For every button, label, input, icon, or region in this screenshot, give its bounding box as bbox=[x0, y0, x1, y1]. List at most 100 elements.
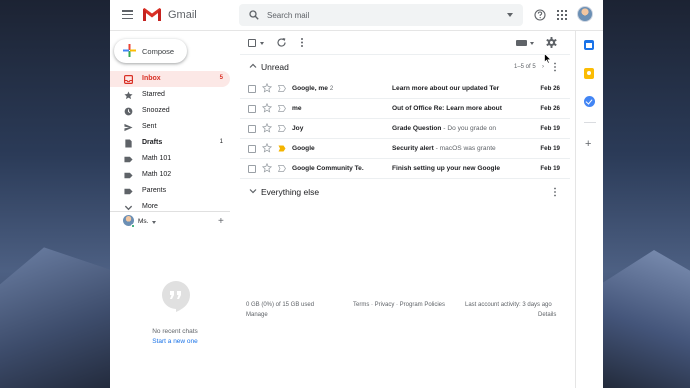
app-logo-text: Gmail bbox=[168, 9, 197, 21]
help-icon[interactable] bbox=[534, 9, 546, 21]
star-outline-icon[interactable] bbox=[262, 83, 272, 93]
sidebar-item-label: More bbox=[142, 203, 158, 210]
email-subject: Security alert - macOS was grante bbox=[392, 145, 496, 152]
more-vert-icon[interactable] bbox=[300, 37, 304, 48]
sidebar-item-label: Drafts bbox=[142, 139, 163, 146]
sidebar-item-sent[interactable]: Sent bbox=[110, 119, 230, 135]
new-conversation-plus-icon[interactable]: + bbox=[218, 216, 224, 227]
email-row[interactable]: me Out of Office Re: Learn more about Fe… bbox=[240, 99, 570, 119]
side-panel: + bbox=[575, 31, 603, 388]
email-row[interactable]: Google Security alert - macOS was grante… bbox=[240, 139, 570, 159]
email-sender: Google bbox=[292, 145, 315, 152]
sidebar-item-label: Sent bbox=[142, 123, 157, 130]
sidebar-item-inbox[interactable]: Inbox 5 bbox=[110, 71, 230, 87]
get-addons-plus-icon[interactable]: + bbox=[585, 138, 591, 150]
search-bar[interactable] bbox=[239, 4, 523, 26]
row-checkbox[interactable] bbox=[248, 105, 256, 113]
star-icon bbox=[124, 91, 133, 100]
activity-details-link[interactable]: Details bbox=[538, 312, 556, 318]
label-icon bbox=[124, 156, 133, 163]
gmail-window: Gmail Search mail Compose Inbox 5 Starre… bbox=[110, 0, 603, 388]
online-status-icon bbox=[131, 224, 135, 228]
tasks-icon[interactable] bbox=[584, 96, 595, 107]
email-subject: Learn more about our updated Ter bbox=[392, 85, 500, 92]
sidebar-item-label: Math 102 bbox=[142, 171, 172, 178]
importance-marker-icon[interactable] bbox=[278, 165, 286, 172]
chevron-up-icon[interactable] bbox=[249, 62, 257, 70]
start-chat-link[interactable]: Start a new one bbox=[110, 338, 240, 345]
compose-label: Compose bbox=[142, 47, 175, 56]
manage-storage-link[interactable]: Manage bbox=[246, 312, 268, 318]
sidebar-item-label: Starred bbox=[142, 91, 165, 98]
row-checkbox[interactable] bbox=[248, 165, 256, 173]
label-icon bbox=[124, 172, 133, 179]
storage-usage: 0 GB (0%) of 15 GB used bbox=[246, 302, 315, 308]
email-date: Feb 26 bbox=[540, 105, 560, 112]
chevron-right-icon[interactable]: › bbox=[542, 64, 544, 70]
email-row[interactable]: Google, me 2 Learn more about our updated… bbox=[240, 79, 570, 99]
inbox-icon bbox=[124, 75, 133, 84]
email-row[interactable]: Joy Grade Question - Do you grade on Feb… bbox=[240, 119, 570, 139]
top-bar: Gmail bbox=[110, 0, 603, 31]
sidebar-nav: Inbox 5 Starred Snoozed Sent Drafts 1 Ma… bbox=[110, 71, 230, 215]
compose-button[interactable]: Compose bbox=[114, 39, 187, 63]
more-vert-icon[interactable] bbox=[553, 187, 557, 197]
sidebar-item-parents[interactable]: Parents bbox=[110, 183, 230, 199]
chevron-down-icon[interactable] bbox=[249, 187, 257, 195]
select-all-checkbox[interactable] bbox=[248, 39, 256, 47]
sidebar-item-starred[interactable]: Starred bbox=[110, 87, 230, 103]
hangouts-status-caret-icon[interactable] bbox=[152, 221, 156, 224]
calendar-icon[interactable] bbox=[584, 40, 594, 50]
sidebar-item-label: Inbox bbox=[142, 75, 161, 82]
sidebar-item-math-102[interactable]: Math 102 bbox=[110, 167, 230, 183]
row-checkbox[interactable] bbox=[248, 125, 256, 133]
more-vert-icon[interactable] bbox=[553, 62, 557, 72]
email-date: Feb 19 bbox=[540, 165, 560, 172]
select-options-caret-icon[interactable] bbox=[260, 42, 264, 45]
search-options-caret-icon[interactable] bbox=[507, 13, 513, 17]
send-icon bbox=[124, 123, 133, 132]
email-row[interactable]: Google Community Te. Finish setting up y… bbox=[240, 159, 570, 179]
sidebar-item-snoozed[interactable]: Snoozed bbox=[110, 103, 230, 119]
keep-icon[interactable] bbox=[584, 68, 594, 79]
email-list: Google, me 2 Learn more about our updated… bbox=[240, 79, 570, 179]
email-subject: Out of Office Re: Learn more about bbox=[392, 105, 502, 112]
main-menu-icon[interactable] bbox=[122, 10, 133, 20]
account-avatar[interactable] bbox=[577, 6, 593, 22]
sidebar-item-math-101[interactable]: Math 101 bbox=[110, 151, 230, 167]
sidebar-item-more[interactable]: More bbox=[110, 199, 230, 215]
section-header-unread[interactable]: Unread 1–5 of 5 › bbox=[240, 56, 570, 78]
sidebar-item-count: 1 bbox=[219, 139, 223, 145]
importance-marker-icon[interactable] bbox=[278, 85, 286, 92]
importance-marker-icon[interactable] bbox=[278, 105, 286, 112]
no-chats-text: No recent chats bbox=[152, 328, 198, 335]
email-sender: me bbox=[292, 105, 302, 112]
last-activity-text: Last account activity: 3 days ago bbox=[465, 302, 552, 308]
section-title: Unread bbox=[261, 62, 289, 72]
refresh-icon[interactable] bbox=[276, 37, 287, 48]
importance-marker-icon[interactable] bbox=[278, 125, 286, 132]
star-outline-icon[interactable] bbox=[262, 123, 272, 133]
sidebar-item-count: 5 bbox=[219, 75, 223, 81]
star-outline-icon[interactable] bbox=[262, 103, 272, 113]
sidebar-item-label: Parents bbox=[142, 187, 167, 194]
gmail-logo-icon[interactable] bbox=[142, 7, 162, 22]
input-tools-caret-icon[interactable] bbox=[530, 42, 534, 45]
footer-policy-links[interactable]: Terms · Privacy · Program Policies bbox=[353, 302, 445, 308]
section-header-everything-else[interactable]: Everything else bbox=[240, 181, 570, 203]
row-checkbox[interactable] bbox=[248, 85, 256, 93]
email-subject: Grade Question - Do you grade on bbox=[392, 125, 497, 132]
search-input[interactable] bbox=[267, 9, 487, 21]
star-outline-icon[interactable] bbox=[262, 163, 272, 173]
apps-grid-icon[interactable] bbox=[557, 10, 567, 20]
search-icon[interactable] bbox=[249, 10, 259, 20]
importance-marker-filled-icon[interactable] bbox=[278, 145, 286, 152]
row-checkbox[interactable] bbox=[248, 145, 256, 153]
keyboard-icon[interactable] bbox=[516, 40, 527, 46]
sidebar-divider bbox=[110, 211, 230, 212]
gear-icon[interactable] bbox=[546, 37, 557, 48]
thread-count: 2 bbox=[329, 86, 334, 92]
sidebar-item-drafts[interactable]: Drafts 1 bbox=[110, 135, 230, 151]
hangouts-user-name[interactable]: Ms. bbox=[138, 218, 148, 225]
star-outline-icon[interactable] bbox=[262, 143, 272, 153]
